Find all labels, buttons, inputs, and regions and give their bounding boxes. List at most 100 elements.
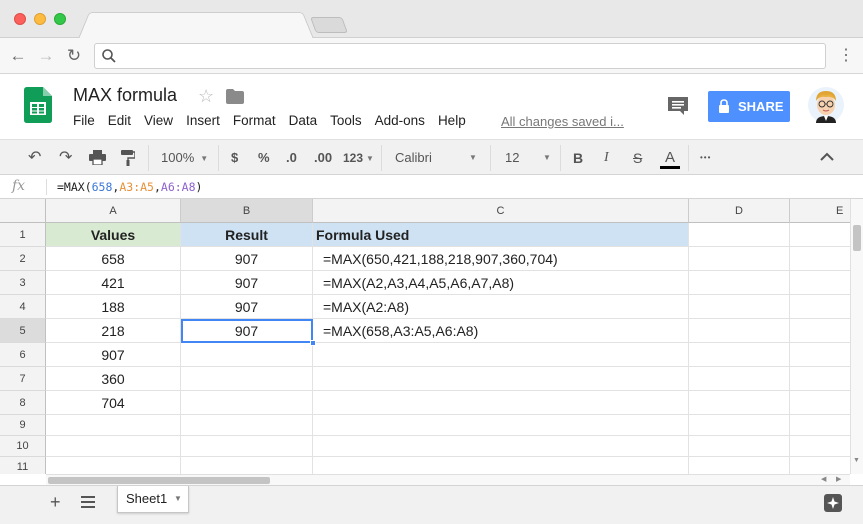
font-select[interactable]: Calibri ▼ xyxy=(395,149,480,167)
undo-icon[interactable]: ↶ xyxy=(28,149,41,167)
cell-e10[interactable] xyxy=(790,436,850,457)
cell-b11[interactable] xyxy=(181,457,313,474)
row-header[interactable]: 8 xyxy=(0,391,46,415)
address-bar[interactable] xyxy=(94,43,826,69)
row-header[interactable]: 9 xyxy=(0,415,46,436)
font-size-select[interactable]: 12 ▼ xyxy=(505,149,553,167)
cell-a2[interactable]: 658 xyxy=(46,247,181,271)
row-header[interactable]: 6 xyxy=(0,343,46,367)
browser-menu-icon[interactable]: ⋮ xyxy=(838,47,854,65)
cell-b10[interactable] xyxy=(181,436,313,457)
more-formats-button[interactable]: 123 ▼ xyxy=(343,149,374,167)
cell-e8[interactable] xyxy=(790,391,850,415)
column-header-e[interactable]: E xyxy=(790,199,850,223)
document-title[interactable]: MAX formula xyxy=(73,85,177,106)
cell-d9[interactable] xyxy=(689,415,790,436)
cell-c7[interactable] xyxy=(313,367,689,391)
forward-arrow-icon[interactable]: → xyxy=(36,46,56,66)
cell-e5[interactable] xyxy=(790,319,850,343)
cell-e3[interactable] xyxy=(790,271,850,295)
fill-handle[interactable] xyxy=(310,340,316,346)
menu-insert[interactable]: Insert xyxy=(186,113,220,128)
cell-d11[interactable] xyxy=(689,457,790,474)
cell-d1[interactable] xyxy=(689,223,790,247)
menu-view[interactable]: View xyxy=(144,113,173,128)
scroll-right-icon[interactable]: ▶ xyxy=(836,475,841,483)
column-header-b[interactable]: B xyxy=(181,199,313,223)
cell-a11[interactable] xyxy=(46,457,181,474)
horizontal-scroll-thumb[interactable] xyxy=(48,477,270,484)
reload-icon[interactable]: ↻ xyxy=(64,46,84,66)
vertical-scroll-thumb[interactable] xyxy=(853,225,861,251)
save-status[interactable]: All changes saved i... xyxy=(501,114,624,129)
cell-e6[interactable] xyxy=(790,343,850,367)
cell-c8[interactable] xyxy=(313,391,689,415)
paint-format-icon[interactable] xyxy=(121,150,135,166)
close-window-button[interactable] xyxy=(14,13,26,25)
folder-icon[interactable] xyxy=(226,89,244,104)
row-header[interactable]: 5 xyxy=(0,319,46,343)
cell-b4[interactable]: 907 xyxy=(181,295,313,319)
star-icon[interactable]: ☆ xyxy=(198,86,214,107)
cell-a5[interactable]: 218 xyxy=(46,319,181,343)
menu-format[interactable]: Format xyxy=(233,113,276,128)
redo-icon[interactable]: ↷ xyxy=(59,149,72,167)
sheet-tab-sheet1[interactable]: Sheet1 ▼ xyxy=(117,486,189,513)
explore-icon[interactable] xyxy=(824,494,842,512)
cell-c9[interactable] xyxy=(313,415,689,436)
back-arrow-icon[interactable]: ← xyxy=(8,46,28,66)
horizontal-scrollbar[interactable]: ◀ ▶ xyxy=(46,474,850,485)
cell-d5[interactable] xyxy=(689,319,790,343)
menu-edit[interactable]: Edit xyxy=(108,113,131,128)
italic-button[interactable]: I xyxy=(604,149,609,167)
cell-e11[interactable] xyxy=(790,457,850,474)
cell-e4[interactable] xyxy=(790,295,850,319)
cell-a6[interactable]: 907 xyxy=(46,343,181,367)
column-header-d[interactable]: D xyxy=(689,199,790,223)
row-header[interactable]: 7 xyxy=(0,367,46,391)
row-header[interactable]: 1 xyxy=(0,223,46,247)
increase-decimals-button[interactable]: .00 xyxy=(314,149,332,167)
column-header-c[interactable]: C xyxy=(313,199,689,223)
cell-a1[interactable]: Values xyxy=(46,223,181,247)
browser-tab[interactable] xyxy=(78,12,314,39)
row-header[interactable]: 11 xyxy=(0,457,46,474)
cell-d8[interactable] xyxy=(689,391,790,415)
decrease-decimals-button[interactable]: .0 xyxy=(286,149,297,167)
cell-e7[interactable] xyxy=(790,367,850,391)
menu-addons[interactable]: Add-ons xyxy=(375,113,425,128)
new-tab-button[interactable] xyxy=(310,17,348,33)
percent-button[interactable]: % xyxy=(258,149,270,167)
cell-d4[interactable] xyxy=(689,295,790,319)
column-header-a[interactable]: A xyxy=(46,199,181,223)
cell-c3[interactable]: =MAX(A2,A3,A4,A5,A6,A7,A8) xyxy=(313,271,689,295)
cell-b3[interactable]: 907 xyxy=(181,271,313,295)
row-header[interactable]: 4 xyxy=(0,295,46,319)
cell-c6[interactable] xyxy=(313,343,689,367)
menu-file[interactable]: File xyxy=(73,113,95,128)
row-header[interactable]: 10 xyxy=(0,436,46,457)
cell-b1[interactable]: Result xyxy=(181,223,313,247)
menu-tools[interactable]: Tools xyxy=(330,113,362,128)
formula-input[interactable]: =MAX(658,A3:A5,A6:A8) xyxy=(57,180,202,194)
all-sheets-icon[interactable] xyxy=(81,496,95,508)
cell-e9[interactable] xyxy=(790,415,850,436)
vertical-scrollbar[interactable]: ▼ xyxy=(850,199,863,474)
menu-help[interactable]: Help xyxy=(438,113,466,128)
cell-b8[interactable] xyxy=(181,391,313,415)
cell-d6[interactable] xyxy=(689,343,790,367)
add-sheet-button[interactable]: + xyxy=(50,492,61,513)
select-all-corner[interactable] xyxy=(0,199,46,223)
cell-c10[interactable] xyxy=(313,436,689,457)
zoom-select[interactable]: 100% ▼ xyxy=(161,149,208,167)
cell-a7[interactable]: 360 xyxy=(46,367,181,391)
share-button[interactable]: SHARE xyxy=(708,91,790,122)
cell-b7[interactable] xyxy=(181,367,313,391)
row-header[interactable]: 2 xyxy=(0,247,46,271)
maximize-window-button[interactable] xyxy=(54,13,66,25)
chevron-down-icon[interactable]: ▼ xyxy=(174,494,182,503)
avatar[interactable] xyxy=(808,87,844,123)
cell-a3[interactable]: 421 xyxy=(46,271,181,295)
row-header[interactable]: 3 xyxy=(0,271,46,295)
cell-b2[interactable]: 907 xyxy=(181,247,313,271)
